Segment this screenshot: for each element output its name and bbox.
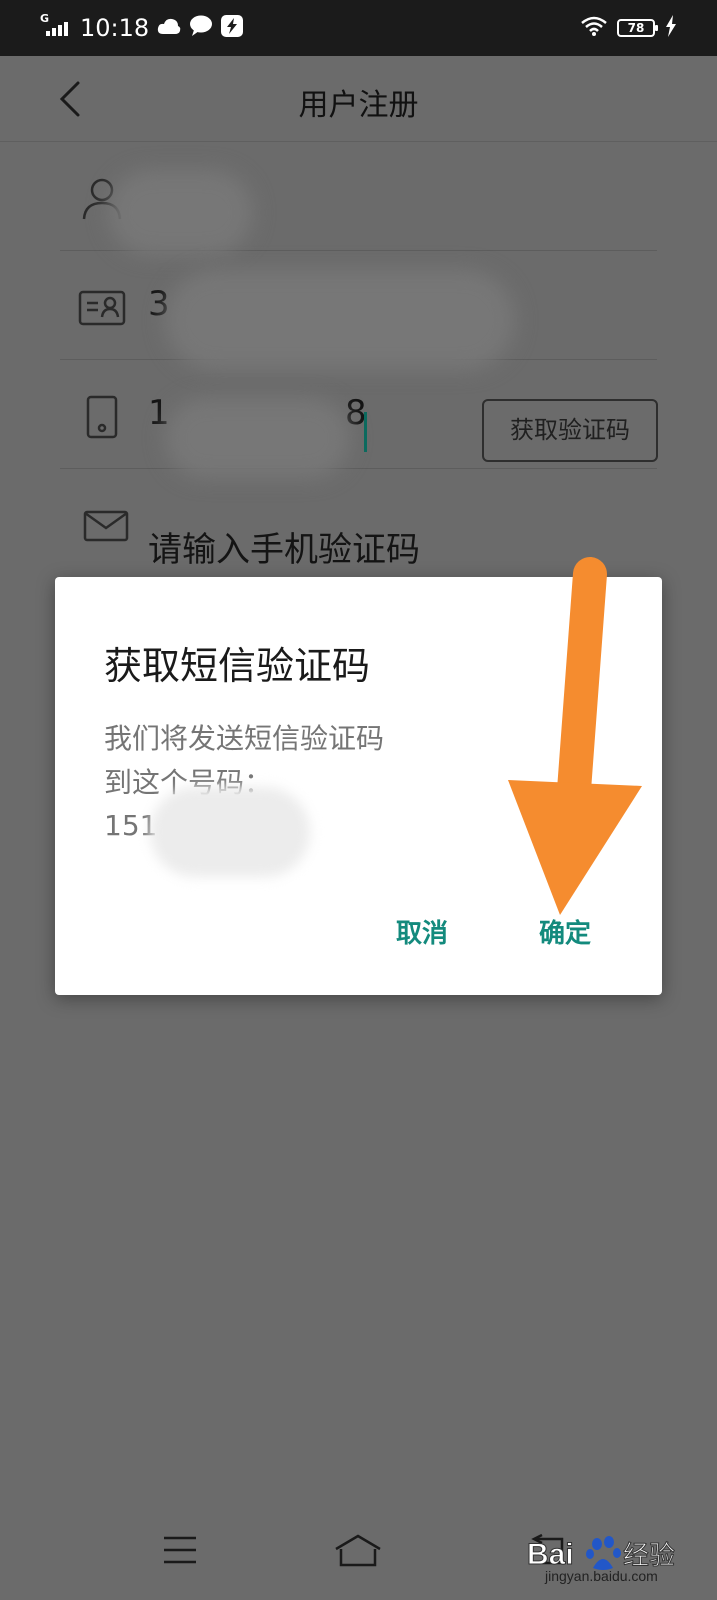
status-time: 10:18: [80, 14, 150, 42]
text-cursor: [364, 412, 367, 452]
status-left: G 10:18: [40, 12, 244, 44]
app-header: 用户注册: [0, 56, 717, 142]
dialog-title: 获取短信验证码: [104, 644, 371, 688]
home-button[interactable]: [328, 1520, 388, 1580]
signal-icon: G: [40, 12, 72, 42]
watermark-site: jingyan.baidu.com: [545, 1568, 658, 1584]
svg-text:经验: 经验: [623, 1541, 675, 1571]
page-title: 用户注册: [298, 88, 419, 123]
get-code-button[interactable]: 获取验证码: [482, 399, 658, 462]
status-right: 78: [581, 14, 677, 42]
chat-icon: [189, 15, 213, 41]
privacy-blur: [165, 270, 515, 370]
battery-icon: 78: [617, 19, 658, 37]
dialog-message-line1: 我们将发送短信验证码: [104, 722, 385, 755]
menu-icon: [164, 1536, 196, 1564]
sms-code-input[interactable]: 请输入手机验证码: [148, 522, 420, 571]
svg-text:Bai: Bai: [527, 1538, 574, 1571]
flash-app-icon: [221, 15, 244, 41]
id-card-icon: [78, 284, 126, 332]
menu-button[interactable]: [150, 1520, 210, 1580]
cloud-icon: [157, 16, 181, 40]
wifi-icon: [581, 16, 607, 40]
mail-icon: [82, 502, 130, 550]
cancel-button[interactable]: 取消: [396, 913, 448, 950]
privacy-blur: [108, 170, 253, 255]
status-bar: G 10:18 78: [0, 0, 717, 56]
home-icon: [335, 1534, 381, 1567]
privacy-blur: [165, 398, 350, 478]
annotation-arrow-icon: [508, 557, 642, 915]
charging-icon: [665, 15, 677, 41]
phone-icon: [78, 393, 126, 441]
privacy-blur: [150, 787, 310, 877]
